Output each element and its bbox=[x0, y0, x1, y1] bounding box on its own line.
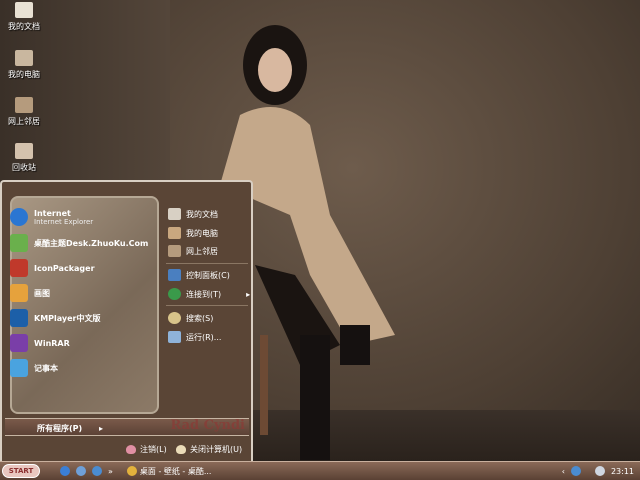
shutdown-button[interactable]: 关闭计算机(U) bbox=[176, 444, 242, 455]
volume-icon[interactable] bbox=[594, 466, 605, 476]
desktop-icon-my-computer[interactable]: 我的电脑 bbox=[4, 50, 44, 80]
winrar-icon bbox=[10, 334, 28, 352]
control-panel-icon bbox=[168, 269, 181, 281]
taskbar-window-button[interactable]: 桌面 - 壁纸 - 桌酷... bbox=[126, 466, 211, 477]
search-icon bbox=[168, 312, 181, 324]
quicklaunch-icon[interactable] bbox=[76, 466, 86, 476]
network-icon[interactable] bbox=[570, 466, 581, 476]
place-my-computer[interactable]: 我的电脑 bbox=[168, 227, 218, 239]
place-my-documents[interactable]: 我的文档 bbox=[168, 208, 218, 220]
clock[interactable]: 23:11 bbox=[611, 467, 634, 476]
program-zhuoku[interactable]: 桌酷主题Desk.ZhuoKu.Com bbox=[10, 234, 148, 252]
submenu-arrow-icon: ▸ bbox=[246, 289, 251, 299]
ie-icon bbox=[10, 208, 28, 226]
place-search[interactable]: 搜索(S) bbox=[168, 312, 213, 324]
notepad-icon bbox=[10, 359, 28, 377]
logoff-button[interactable]: 注销(L) bbox=[126, 444, 167, 455]
pinned-programs-panel bbox=[10, 196, 159, 414]
network-icon bbox=[168, 245, 181, 257]
run-icon bbox=[168, 331, 181, 343]
recycle-bin-icon bbox=[15, 143, 33, 159]
brand-logo: Rad Cyndi bbox=[170, 418, 245, 433]
computer-icon bbox=[168, 227, 181, 239]
heart-icon bbox=[126, 445, 136, 454]
documents-icon bbox=[168, 208, 181, 220]
divider bbox=[166, 305, 248, 306]
network-icon bbox=[15, 97, 33, 113]
ie-icon[interactable] bbox=[60, 466, 70, 476]
taskbar: START » 桌面 - 壁纸 - 桌酷... ‹ 23:11 bbox=[0, 461, 640, 480]
quicklaunch-icon[interactable] bbox=[92, 466, 102, 476]
iconpackager-icon bbox=[10, 259, 28, 277]
computer-icon bbox=[15, 50, 33, 66]
arrow-right-icon: ▸ bbox=[98, 424, 103, 433]
program-iconpackager[interactable]: IconPackager bbox=[10, 259, 95, 277]
divider bbox=[166, 263, 248, 264]
desktop-icon-my-documents[interactable]: 我的文档 bbox=[4, 2, 44, 32]
start-menu: Internet Internet Explorer 桌酷主题Desk.ZhuoK… bbox=[0, 180, 253, 461]
tray-expand-icon[interactable]: ‹ bbox=[562, 467, 565, 476]
program-notepad[interactable]: 记事本 bbox=[10, 359, 58, 377]
program-winrar[interactable]: WinRAR bbox=[10, 334, 70, 352]
program-kmplayer[interactable]: KMPlayer中文版 bbox=[10, 309, 101, 327]
desktop-icon-recycle-bin[interactable]: 回收站 bbox=[4, 143, 44, 173]
place-control-panel[interactable]: 控制面板(C) bbox=[168, 269, 230, 281]
program-internet-explorer[interactable]: Internet Internet Explorer bbox=[10, 208, 93, 226]
system-tray: ‹ 23:11 bbox=[562, 466, 640, 476]
program-paint[interactable]: 画图 bbox=[10, 284, 50, 302]
place-network[interactable]: 网上邻居 bbox=[168, 245, 218, 257]
paint-icon bbox=[10, 284, 28, 302]
heart-icon bbox=[176, 445, 186, 454]
documents-icon bbox=[15, 2, 33, 18]
start-button[interactable]: START bbox=[2, 464, 40, 478]
kmplayer-icon bbox=[10, 309, 28, 327]
desktop-icon-network[interactable]: 网上邻居 bbox=[4, 97, 44, 127]
connect-icon bbox=[168, 288, 181, 300]
browser-icon bbox=[126, 466, 137, 476]
place-connect-to[interactable]: 连接到(T) ▸ bbox=[168, 288, 250, 300]
zhuoku-icon bbox=[10, 234, 28, 252]
quicklaunch-chevron[interactable]: » bbox=[108, 467, 113, 476]
place-run[interactable]: 运行(R)... bbox=[168, 331, 221, 343]
